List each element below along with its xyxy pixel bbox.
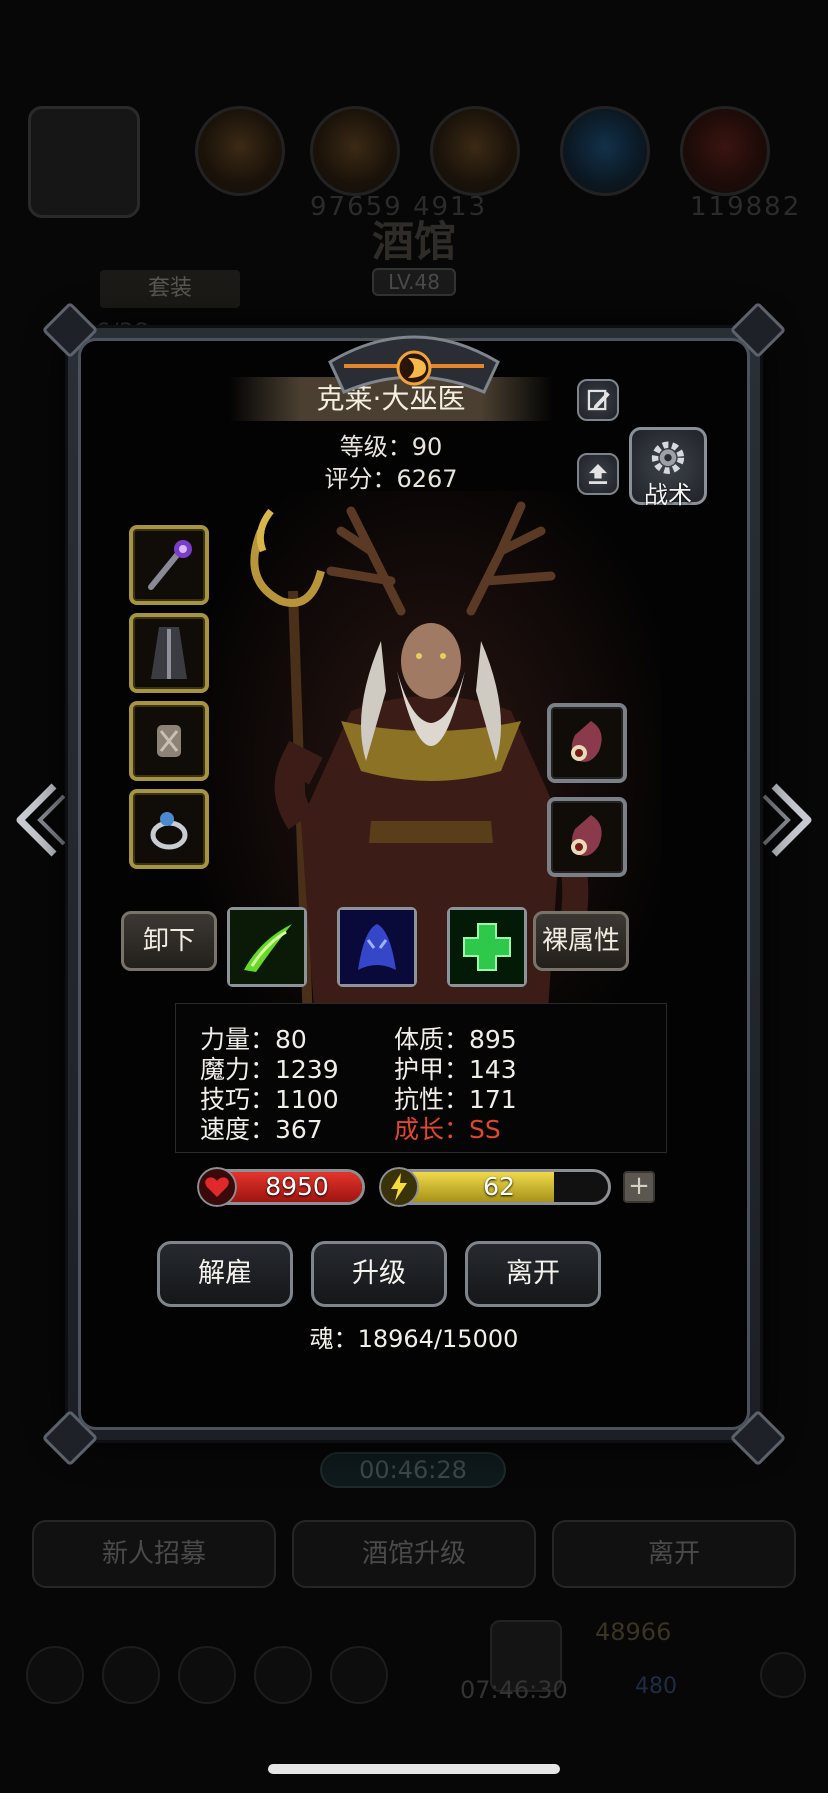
ring-icon (150, 812, 188, 850)
add-energy-button[interactable]: + (623, 1171, 655, 1203)
top-resource-bar (20, 100, 810, 218)
previous-hero-arrow-icon[interactable] (10, 780, 66, 860)
chest-timer: 07:46:30 (460, 1676, 568, 1704)
gold-amount: 48966 (595, 1618, 672, 1646)
lightning-icon (379, 1167, 419, 1207)
stat-speed: 速度：367 (200, 1115, 323, 1144)
skill-slot-3[interactable] (447, 907, 527, 987)
tavern-level-badge: LV.48 (372, 268, 456, 296)
hero-level: 等级：90 (339, 433, 443, 461)
unequip-button[interactable]: 卸下 (121, 911, 217, 971)
tavern-title: 酒馆 (371, 217, 456, 266)
equip-slot-accessory[interactable] (129, 701, 209, 781)
stats-panel: 力量：80 体质：895 魔力：1239 护甲：143 技巧：1100 抗性：1… (175, 1003, 667, 1153)
share-button[interactable] (577, 453, 619, 495)
moon-crest-icon (328, 335, 500, 394)
tavern-leave-button: 离开 (552, 1520, 796, 1588)
equip-slot-armor[interactable] (129, 613, 209, 693)
home-indicator (268, 1764, 560, 1774)
menu-icon (254, 1646, 312, 1704)
dismiss-button[interactable]: 解雇 (157, 1241, 293, 1307)
upgrade-button[interactable]: 升级 (311, 1241, 447, 1307)
menu-icon (178, 1646, 236, 1704)
gem-amount: 480 (635, 1674, 677, 1699)
resource-icon (310, 106, 400, 196)
stat-growth: 成长：SS (394, 1115, 501, 1144)
suit-tab: 套装 (100, 270, 240, 308)
leave-button[interactable]: 离开 (465, 1241, 601, 1307)
tactics-label: 战术 (644, 481, 692, 509)
hero-score: 评分：6267 (324, 465, 458, 493)
soul-counter: 魂：18964/15000 (309, 1325, 519, 1353)
resource-icon (430, 106, 520, 196)
recruit-button: 新人招募 (32, 1520, 276, 1588)
resource-icon (560, 106, 650, 196)
resource-icon (195, 106, 285, 196)
heal-cross-skill-icon (450, 910, 524, 984)
menu-icon (102, 1646, 160, 1704)
dialog-content: 克莱·大巫医 等级：90 评分：6267 战术 卸下 裸属性 力量：80 体质：… (78, 338, 750, 1430)
blue-spirit-skill-icon (340, 910, 414, 984)
menu-icon (330, 1646, 388, 1704)
skill-slot-1[interactable] (227, 907, 307, 987)
bottom-menu-bar: 48966 480 07:46:30 (20, 1618, 810, 1720)
recruit-timer: 00:46:28 (320, 1452, 506, 1488)
menu-icon (26, 1646, 84, 1704)
tavern-upgrade-button: 酒馆升级 (292, 1520, 536, 1588)
player-avatar (28, 106, 140, 218)
base-attributes-button[interactable]: 裸属性 (533, 911, 629, 971)
heart-icon (197, 1167, 237, 1207)
rename-button[interactable] (577, 379, 619, 421)
scepter-icon (148, 540, 192, 590)
equip-slot-consumable-1[interactable] (547, 703, 627, 783)
edit-icon (587, 389, 610, 411)
equip-slot-weapon[interactable] (129, 525, 209, 605)
hero-detail-dialog: 克莱·大巫医 等级：90 评分：6267 战术 卸下 裸属性 力量：80 体质：… (41, 301, 787, 1467)
equip-slot-consumable-2[interactable] (547, 797, 627, 877)
energy-value: 62 (483, 1172, 515, 1201)
green-slash-skill-icon (230, 910, 304, 984)
resource-icon (680, 106, 770, 196)
skill-slot-2[interactable] (337, 907, 417, 987)
amulet-icon (157, 725, 181, 757)
energy-bar: 62 (387, 1169, 611, 1205)
upload-icon (588, 464, 608, 484)
equip-slot-ring[interactable] (129, 789, 209, 869)
add-icon (760, 1652, 806, 1698)
robe-icon (151, 627, 187, 679)
next-hero-arrow-icon[interactable] (762, 780, 818, 860)
eye-relic-icon (571, 815, 602, 856)
eye-relic-icon (571, 721, 602, 762)
